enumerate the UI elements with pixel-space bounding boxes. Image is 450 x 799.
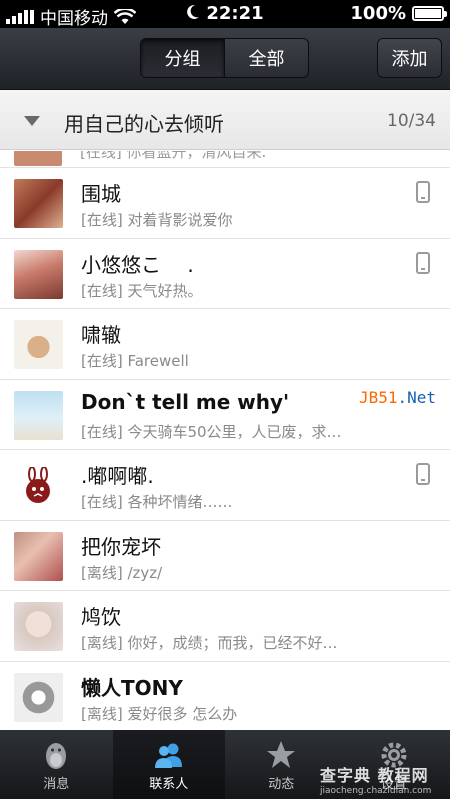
segment-all[interactable]: 全部 — [224, 39, 308, 77]
contact-status: [在线] 今天骑车50公里，人已废，求… — [81, 422, 342, 441]
list-item[interactable]: 鸠饮 [离线] 你好，成绩；而我，已经不好… — [0, 591, 450, 662]
mobile-phone-icon — [416, 463, 430, 485]
list-item[interactable]: 把你宠坏 [离线] /zyz/ — [0, 520, 450, 591]
contact-name: 小悠悠こ . — [81, 252, 194, 277]
contact-status: [在线] 对着背影说爱你 — [81, 211, 233, 229]
list-item[interactable]: 围城 [在线] 对着背影说爱你 — [0, 168, 450, 239]
contact-name: .嘟啊嘟. — [81, 464, 154, 488]
avatar — [14, 672, 63, 722]
penguin-icon — [46, 743, 67, 769]
avatar — [14, 320, 63, 369]
nav-bar: 分组 全部 添加 — [0, 28, 450, 90]
contact-status: [在线] 你看蓝开，清风自来. — [80, 151, 267, 161]
site-watermark: 查字典 教程网 jiaocheng.chazidian.com — [320, 762, 431, 796]
contact-status: [离线] 你好，成绩；而我，已经不好… — [81, 634, 338, 652]
moon-icon — [187, 4, 200, 19]
group-title: 用自己的心去倾听 — [64, 112, 224, 136]
jb51-part-a: JB51 — [358, 387, 398, 407]
tab-label: 消息 — [43, 777, 70, 792]
tab-label: 联系人 — [149, 777, 189, 792]
contact-list[interactable]: [在线] 你看蓝开，清风自来. 围城 [在线] 对着背影说爱你 小悠悠こ . [… — [0, 151, 450, 729]
watermark-title: 查字典 教程网 — [320, 766, 429, 785]
contacts-icon — [154, 743, 182, 768]
avatar — [14, 531, 63, 581]
list-item[interactable]: 小悠悠こ . [在线] 天气好热。 — [0, 238, 450, 309]
contact-status: [在线] Farewell — [81, 352, 189, 370]
contact-name: 围城 — [81, 182, 121, 206]
contact-status: [离线] 爱好很多 怎么办 — [81, 704, 238, 723]
contact-status: [离线] /zyz/ — [81, 563, 163, 582]
avatar — [14, 390, 63, 440]
list-item[interactable]: 啸辙 [在线] Farewell — [0, 309, 450, 380]
battery-icon — [412, 6, 447, 21]
contact-status: [在线] 天气好热。 — [81, 281, 203, 300]
list-item[interactable]: 懒人TONY [离线] 爱好很多 怎么办 — [0, 661, 450, 729]
list-item-partial[interactable]: [在线] 你看蓝开，清风自来. — [0, 151, 450, 168]
avatar — [14, 151, 62, 166]
watermark-url: jiaocheng.chazidian.com — [320, 786, 432, 796]
contact-name: 鸠饮 — [81, 605, 121, 629]
mobile-phone-icon — [416, 251, 430, 274]
mobile-phone-icon — [416, 181, 430, 203]
list-item[interactable]: Don`t tell me why' [在线] 今天骑车50公里，人已废，求… … — [0, 379, 450, 450]
contact-name: 把你宠坏 — [81, 534, 161, 559]
group-header[interactable]: 用自己的心去倾听 10/34 — [0, 90, 450, 150]
jb51-watermark: JB51.Net — [359, 388, 436, 407]
status-bar: 中国移动 22:21 100% — [0, 0, 450, 29]
avatar — [14, 461, 63, 510]
add-button[interactable]: 添加 — [377, 38, 442, 78]
avatar — [14, 179, 63, 228]
group-count: 10/34 — [387, 111, 436, 131]
jb51-part-b: .Net — [397, 387, 436, 407]
contact-status: [在线] 各种坏情绪…… — [81, 493, 233, 511]
avatar — [14, 602, 63, 651]
status-right: 100% — [350, 3, 447, 24]
contact-name: 懒人TONY — [81, 675, 183, 700]
star-icon — [267, 741, 296, 768]
tab-label: 动态 — [268, 777, 295, 792]
list-item[interactable]: .嘟啊嘟. [在线] 各种坏情绪…… — [0, 450, 450, 521]
time-label: 22:21 — [206, 3, 264, 24]
rabbit-avatar-icon — [26, 467, 50, 503]
segment-groups[interactable]: 分组 — [141, 39, 224, 77]
group-all-segmented-control: 分组 全部 — [140, 38, 309, 78]
contact-name: Don`t tell me why' — [81, 389, 290, 414]
collapse-arrow-icon — [24, 116, 40, 126]
tab-messages[interactable]: 消息 — [0, 730, 113, 799]
battery-label: 100% — [350, 3, 406, 24]
contact-name: 啸辙 — [81, 323, 121, 347]
tab-contacts[interactable]: 联系人 — [112, 730, 225, 799]
avatar — [14, 249, 63, 299]
